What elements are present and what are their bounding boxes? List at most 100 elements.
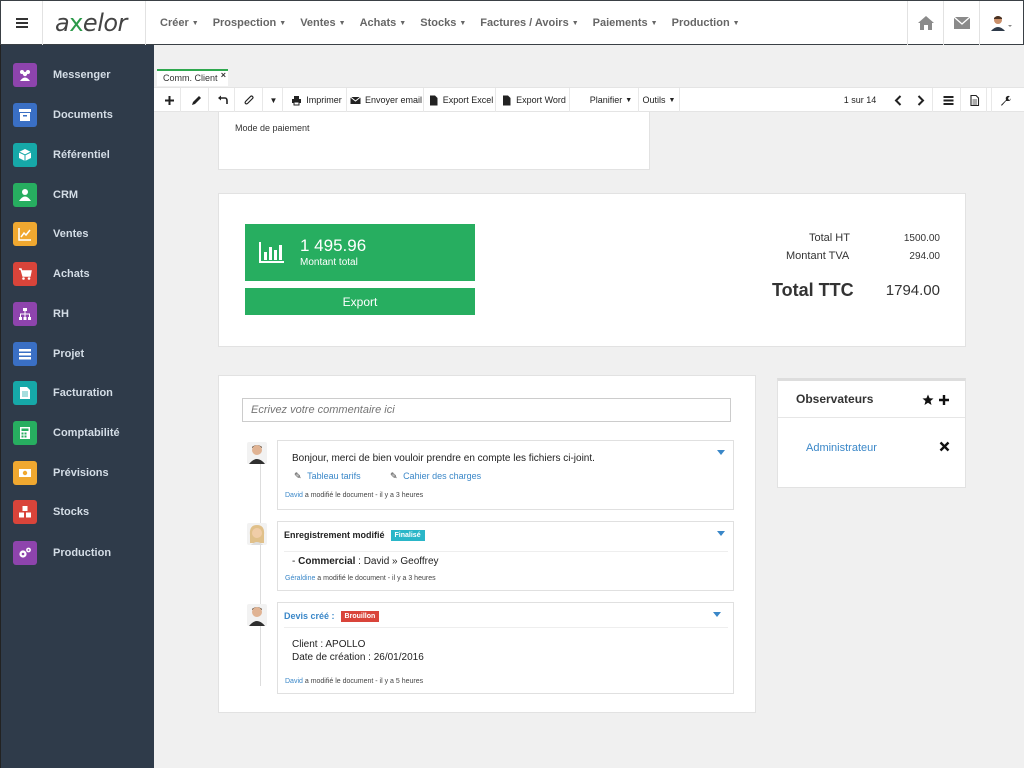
total-amount-box: 1 495.96 Montant total <box>245 224 475 281</box>
total-ttc-label: Total TTC <box>772 280 854 300</box>
record-created-message: Devis créé : Brouillon Client : APOLLO Da… <box>277 602 734 694</box>
export-excel-button[interactable]: Export Excel <box>426 88 496 112</box>
caret-down-icon: ▼ <box>668 96 676 104</box>
total-tva-value: 294.00 <box>909 251 940 262</box>
file-icon <box>429 95 438 105</box>
observer-user-link[interactable]: Administrateur <box>806 442 877 454</box>
attachment-button[interactable] <box>237 88 263 112</box>
payment-mode-label: Mode de paiement <box>235 123 310 133</box>
top-menu-achats[interactable]: Achats ▼ <box>360 17 407 29</box>
attachment-link[interactable]: ✎ Cahier des charges <box>390 471 481 482</box>
money-icon <box>13 461 37 485</box>
caret-down-icon: ▼ <box>269 95 278 105</box>
sidebar-item-ventes[interactable]: Ventes <box>13 221 153 247</box>
pager-text: 1 sur 14 <box>843 95 877 105</box>
sidebar-item-comptabilite[interactable]: Comptabilité <box>13 420 153 446</box>
export-word-button[interactable]: Export Word <box>498 88 570 112</box>
sidebar-item-previsions[interactable]: Prévisions <box>13 460 153 486</box>
divider <box>778 417 965 418</box>
next-record-button[interactable] <box>909 88 933 112</box>
top-menu-stocks[interactable]: Stocks ▼ <box>420 17 466 29</box>
total-ht-value: 1500.00 <box>903 233 940 244</box>
avatar <box>247 604 267 626</box>
add-observer-icon[interactable] <box>938 394 950 409</box>
home-icon[interactable] <box>907 1 943 45</box>
more-actions-button[interactable]: ▼ <box>265 88 283 112</box>
sidebar-item-facturation[interactable]: Facturation <box>13 380 153 406</box>
new-button[interactable] <box>159 88 181 112</box>
list-view-button[interactable] <box>937 88 961 112</box>
payment-mode-card: Mode de paiement <box>218 112 650 170</box>
sidebar-item-production[interactable]: Production <box>13 540 153 566</box>
sidebar-item-documents[interactable]: Documents <box>13 102 153 128</box>
envelope-icon[interactable] <box>943 1 979 45</box>
top-menu-prospection[interactable]: Prospection ▼ <box>213 17 287 29</box>
hamburger-icon <box>15 18 28 28</box>
sidebar-item-messenger[interactable]: Messenger <box>13 62 153 88</box>
cubes-icon <box>13 500 37 524</box>
envelope-icon <box>350 96 361 104</box>
cogs-icon <box>13 541 37 565</box>
comment-input[interactable] <box>242 398 731 422</box>
divider <box>284 627 728 628</box>
top-menu-production[interactable]: Production ▼ <box>672 17 740 29</box>
creation-detail: Client : APOLLO Date de création : 26/01… <box>292 639 424 663</box>
avatar <box>247 442 267 464</box>
sidebar: Messenger Documents Référentiel CRM Vent… <box>0 45 154 768</box>
message-meta: Géraldine a modifié le document - il y a… <box>285 575 436 582</box>
export-button[interactable]: Export <box>245 288 475 315</box>
tab-comm-client[interactable]: Comm. Client × <box>157 69 228 86</box>
tab-close-icon[interactable]: × <box>221 70 226 80</box>
prev-record-button[interactable] <box>887 88 909 112</box>
comment-message: Bonjour, merci de bien vouloir prendre e… <box>277 440 734 510</box>
message-meta: David a modifié le document - il y a 5 h… <box>285 678 424 685</box>
observers-title: Observateurs <box>796 392 874 406</box>
message-title: Devis créé : <box>284 611 335 621</box>
message-menu-caret-icon[interactable] <box>717 531 725 536</box>
message-menu-caret-icon[interactable] <box>717 450 725 455</box>
list-icon <box>943 95 954 105</box>
file-icon <box>13 381 37 405</box>
sidebar-item-referentiel[interactable]: Référentiel <box>13 142 153 168</box>
bar-chart-icon <box>259 242 284 263</box>
message-menu-caret-icon[interactable] <box>713 612 721 617</box>
total-tva-label: Montant TVA <box>786 250 850 262</box>
print-button[interactable]: Imprimer <box>287 88 347 112</box>
send-email-button[interactable]: Envoyer email <box>349 88 424 112</box>
top-bar: axelor Créer ▼ Prospection ▼ Ventes ▼ Achat… <box>0 0 1024 45</box>
undo-button[interactable] <box>211 88 235 112</box>
plan-dropdown[interactable]: Planifier ▼ <box>586 88 636 112</box>
top-menu-creer[interactable]: Créer ▼ <box>160 17 199 29</box>
sidebar-item-stocks[interactable]: Stocks <box>13 499 153 525</box>
status-badge: Finalisé <box>390 530 425 542</box>
paperclip-icon <box>244 94 254 104</box>
sidebar-item-crm[interactable]: CRM <box>13 182 153 208</box>
settings-button[interactable] <box>991 88 1019 112</box>
form-view-button[interactable] <box>963 88 987 112</box>
comments-card: Bonjour, merci de bien vouloir prendre e… <box>218 375 756 713</box>
status-badge: Brouillon <box>340 611 380 623</box>
app-logo[interactable]: axelor <box>55 9 127 37</box>
sidebar-item-achats[interactable]: Achats <box>13 261 153 287</box>
file-icon <box>503 95 511 105</box>
attachment-link[interactable]: ✎ Tableau tarifs <box>294 471 361 482</box>
top-menu: Créer ▼ Prospection ▼ Ventes ▼ Achats ▼ Stoc… <box>145 1 754 45</box>
follow-star-icon[interactable] <box>922 394 934 409</box>
sidebar-item-projet[interactable]: Projet <box>13 341 153 367</box>
print-icon <box>292 95 302 105</box>
timeline-line <box>260 456 261 686</box>
sidebar-item-rh[interactable]: RH <box>13 301 153 327</box>
top-menu-paiements[interactable]: Paiements ▼ <box>593 17 658 29</box>
top-menu-factures[interactable]: Factures / Avoirs ▼ <box>480 17 578 29</box>
tools-dropdown[interactable]: Outils ▼ <box>638 88 680 112</box>
chevron-left-icon <box>894 94 901 106</box>
edit-button[interactable] <box>185 88 209 112</box>
line-chart-icon <box>13 222 37 246</box>
paperclip-icon: ✎ <box>390 471 398 481</box>
remove-observer-icon[interactable] <box>939 441 950 455</box>
top-menu-ventes[interactable]: Ventes ▼ <box>300 17 345 29</box>
menu-toggle-button[interactable] <box>1 1 43 45</box>
user-avatar[interactable] <box>979 1 1023 45</box>
chevron-right-icon <box>917 94 925 106</box>
record-update-message: Enregistrement modifié Finalisé - Commerc… <box>277 521 734 591</box>
